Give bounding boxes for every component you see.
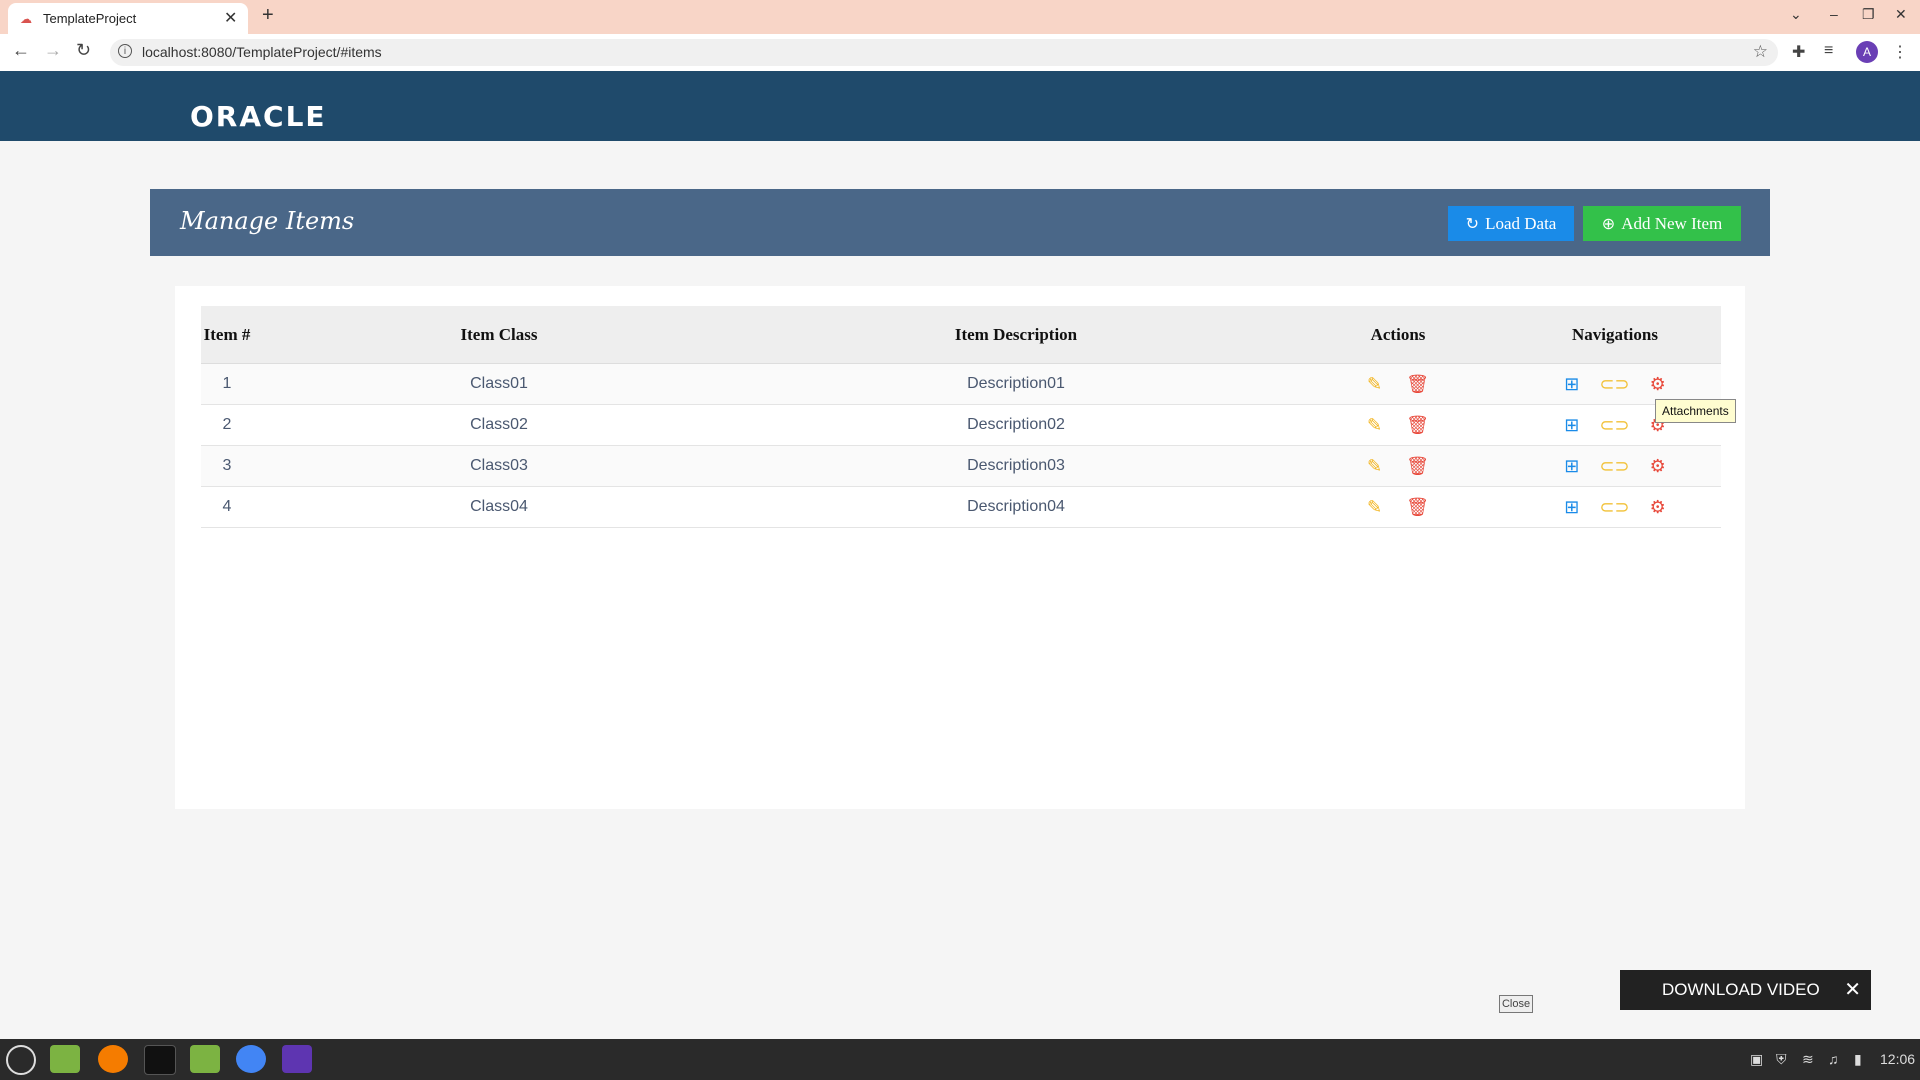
shield-icon[interactable]: ⛨ bbox=[1776, 1051, 1787, 1068]
paperclip-icon[interactable]: ⊂⊃ bbox=[1599, 415, 1629, 435]
table-row: 1 Class01 Description01 ✎ 🗑 ⊞ ⊂⊃ ⚙ bbox=[201, 363, 1721, 405]
new-tab-icon[interactable]: + bbox=[262, 4, 274, 27]
trash-icon[interactable]: 🗑 bbox=[1406, 497, 1429, 517]
items-table-card: Item # Item Class Item Description Actio… bbox=[175, 286, 1745, 809]
table-row: 4 Class04 Description04 ✎ 🗑 ⊞ ⊂⊃ ⚙ bbox=[201, 486, 1721, 528]
site-header: ORACLE bbox=[0, 71, 1920, 141]
actions-cell: ✎ 🗑 bbox=[1287, 363, 1509, 405]
tab-title: TemplateProject bbox=[43, 11, 137, 26]
item-number: 4 bbox=[201, 486, 253, 528]
item-class: Class01 bbox=[253, 363, 745, 405]
media-icon[interactable]: ≡ bbox=[1824, 42, 1833, 60]
trash-icon[interactable]: 🗑 bbox=[1406, 456, 1429, 476]
attachments-tooltip: Attachments bbox=[1655, 399, 1736, 423]
music-icon[interactable]: ♫ bbox=[1828, 1051, 1839, 1067]
restore-icon[interactable]: ❐ bbox=[1862, 6, 1875, 23]
table-row: 3 Class03 Description03 ✎ 🗑 ⊞ ⊂⊃ ⚙ bbox=[201, 445, 1721, 487]
chrome-icon[interactable] bbox=[236, 1045, 266, 1073]
item-class: Class04 bbox=[253, 486, 745, 528]
col-header-actions: Actions bbox=[1287, 306, 1509, 364]
col-header-item-class: Item Class bbox=[253, 306, 745, 364]
close-icon[interactable]: ✕ bbox=[1844, 970, 1861, 1010]
tree-icon[interactable]: ⊞ bbox=[1564, 497, 1579, 517]
item-class: Class02 bbox=[253, 404, 745, 446]
wifi-icon[interactable]: ≋ bbox=[1802, 1051, 1814, 1068]
info-icon[interactable]: i bbox=[118, 44, 132, 58]
paperclip-icon[interactable]: ⊂⊃ bbox=[1599, 374, 1629, 394]
battery-icon[interactable]: ▮ bbox=[1854, 1051, 1862, 1068]
browser-tab[interactable]: ☁ TemplateProject ✕ bbox=[8, 3, 248, 34]
item-number: 2 bbox=[201, 404, 253, 446]
paperclip-icon[interactable]: ⊂⊃ bbox=[1599, 456, 1629, 476]
terminal-icon[interactable] bbox=[144, 1045, 176, 1075]
avatar[interactable]: A bbox=[1856, 41, 1878, 63]
trash-icon[interactable]: 🗑 bbox=[1406, 415, 1429, 435]
item-description: Description04 bbox=[745, 486, 1287, 528]
browser-tabbar: ☁ TemplateProject ✕ + ⌄ – ❐ ✕ bbox=[0, 0, 1920, 34]
plus-circle-icon: ⊕ bbox=[1601, 216, 1616, 233]
refresh-icon: ↻ bbox=[1465, 216, 1480, 233]
item-description: Description02 bbox=[745, 404, 1287, 446]
url-text[interactable]: localhost:8080/TemplateProject/#items bbox=[142, 44, 382, 60]
pencil-icon[interactable]: ✎ bbox=[1367, 374, 1382, 394]
close-button[interactable]: Close bbox=[1499, 995, 1533, 1013]
trash-icon[interactable]: 🗑 bbox=[1406, 374, 1429, 394]
actions-cell: ✎ 🗑 bbox=[1287, 445, 1509, 487]
gear-icon[interactable]: ⚙ bbox=[1650, 497, 1666, 517]
pencil-icon[interactable]: ✎ bbox=[1367, 497, 1382, 517]
tree-icon[interactable]: ⊞ bbox=[1564, 374, 1579, 394]
tree-icon[interactable]: ⊞ bbox=[1564, 456, 1579, 476]
minimize-icon[interactable]: – bbox=[1830, 6, 1838, 22]
ide-icon[interactable] bbox=[282, 1045, 312, 1073]
oracle-logo: ORACLE bbox=[190, 100, 327, 133]
download-video-label[interactable]: DOWNLOAD VIDEO bbox=[1662, 970, 1820, 1010]
extensions-icon[interactable]: ✚ bbox=[1792, 42, 1805, 62]
bookmark-star-icon[interactable]: ☆ bbox=[1753, 42, 1768, 62]
paperclip-icon[interactable]: ⊂⊃ bbox=[1599, 497, 1629, 517]
back-icon[interactable]: ← bbox=[12, 40, 30, 61]
download-video-banner[interactable]: DOWNLOAD VIDEO ✕ bbox=[1620, 970, 1871, 1010]
load-data-button[interactable]: ↻ Load Data bbox=[1448, 206, 1574, 241]
col-header-item-num: Item # bbox=[201, 306, 253, 364]
table-header-row: Item # Item Class Item Description Actio… bbox=[201, 306, 1721, 364]
actions-cell: ✎ 🗑 bbox=[1287, 404, 1509, 446]
item-description: Description01 bbox=[745, 363, 1287, 405]
manage-items-panel-header: Manage Items ↻ Load Data ⊕ Add New Item bbox=[150, 189, 1770, 256]
actions-cell: ✎ 🗑 bbox=[1287, 486, 1509, 528]
tab-search-icon[interactable]: ⌄ bbox=[1790, 6, 1802, 23]
item-description: Description03 bbox=[745, 445, 1287, 487]
items-table: Item # Item Class Item Description Actio… bbox=[201, 306, 1721, 528]
mint-menu-icon[interactable] bbox=[6, 1045, 36, 1075]
window-close-icon[interactable]: ✕ bbox=[1895, 6, 1907, 23]
files-icon[interactable] bbox=[50, 1045, 80, 1073]
menu-icon[interactable]: ⋮ bbox=[1892, 42, 1908, 62]
firefox-icon[interactable] bbox=[98, 1045, 128, 1073]
forward-icon[interactable]: → bbox=[44, 40, 62, 61]
address-bar[interactable]: i localhost:8080/TemplateProject/#items … bbox=[110, 39, 1778, 66]
pencil-icon[interactable]: ✎ bbox=[1367, 456, 1382, 476]
os-taskbar: ▣ ⛨ ≋ ♫ ▮ 12:06 bbox=[0, 1039, 1920, 1080]
navigations-cell: ⊞ ⊂⊃ ⚙ bbox=[1509, 445, 1721, 487]
col-header-navigations: Navigations bbox=[1509, 306, 1721, 364]
navigations-cell: ⊞ ⊂⊃ ⚙ bbox=[1509, 486, 1721, 528]
item-class: Class03 bbox=[253, 445, 745, 487]
item-number: 3 bbox=[201, 445, 253, 487]
page-title: Manage Items bbox=[180, 207, 355, 235]
browser-toolbar: ← → ↻ i localhost:8080/TemplateProject/#… bbox=[0, 34, 1920, 72]
table-row: 2 Class02 Description02 ✎ 🗑 ⊞ ⊂⊃ ⚙ bbox=[201, 404, 1721, 446]
clock-text[interactable]: 12:06 bbox=[1880, 1051, 1915, 1067]
gear-icon[interactable]: ⚙ bbox=[1650, 374, 1666, 394]
clipboard-icon[interactable]: ▣ bbox=[1750, 1051, 1763, 1068]
cloud-icon: ☁ bbox=[20, 12, 32, 26]
item-number: 1 bbox=[201, 363, 253, 405]
pencil-icon[interactable]: ✎ bbox=[1367, 415, 1382, 435]
files-window-icon[interactable] bbox=[190, 1045, 220, 1073]
col-header-item-description: Item Description bbox=[745, 306, 1287, 364]
gear-icon[interactable]: ⚙ bbox=[1650, 456, 1666, 476]
add-new-item-button[interactable]: ⊕ Add New Item bbox=[1583, 206, 1741, 241]
tab-close-icon[interactable]: ✕ bbox=[224, 8, 237, 28]
tree-icon[interactable]: ⊞ bbox=[1564, 415, 1579, 435]
reload-icon[interactable]: ↻ bbox=[76, 40, 91, 61]
